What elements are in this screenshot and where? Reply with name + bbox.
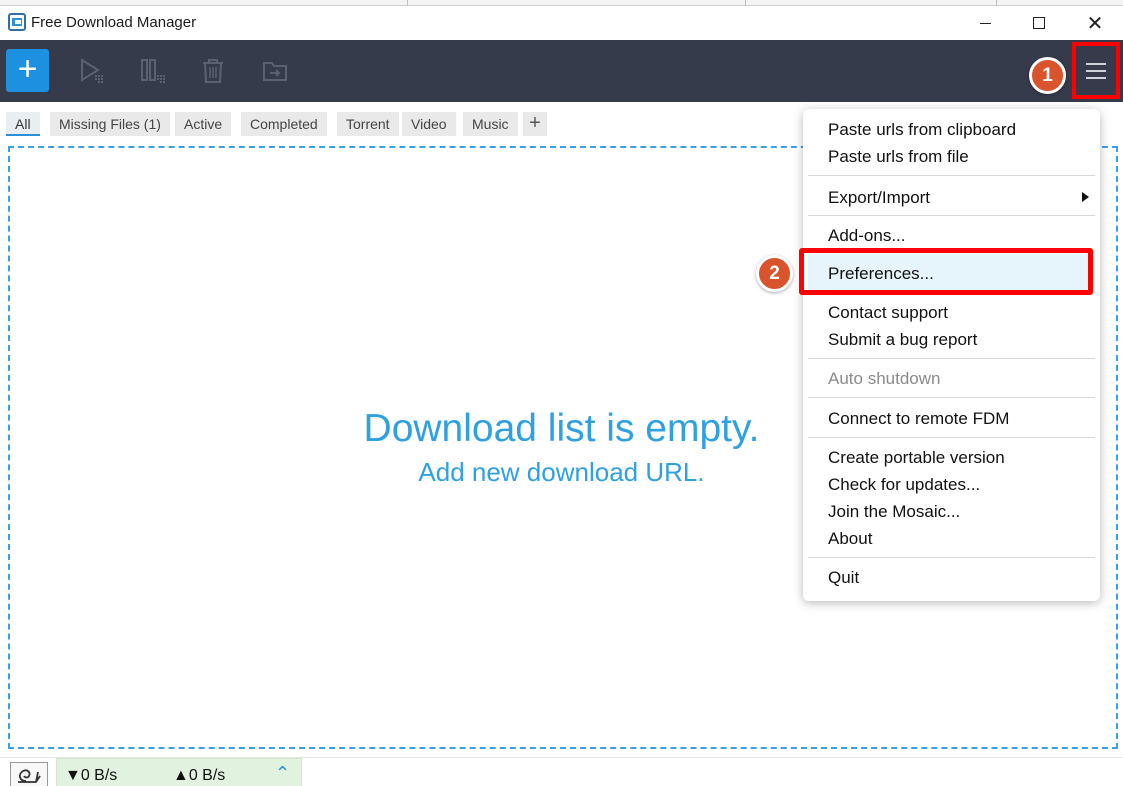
tab-torrent[interactable]: Torrent bbox=[337, 112, 399, 136]
hamburger-menu-icon bbox=[1086, 62, 1106, 65]
window-title: Free Download Manager bbox=[31, 14, 197, 31]
submenu-arrow-icon bbox=[1082, 192, 1089, 202]
add-tab-button[interactable]: + bbox=[523, 112, 547, 136]
main-menu-dropdown: Paste urls from clipboard Paste urls fro… bbox=[803, 109, 1100, 601]
hamburger-menu-icon bbox=[1086, 76, 1106, 79]
toolbar: + bbox=[0, 40, 1123, 102]
snail-mode-button[interactable] bbox=[10, 762, 48, 786]
download-speed: ▼0 B/s bbox=[65, 767, 118, 784]
menu-separator bbox=[808, 397, 1095, 398]
step-2-badge: 2 bbox=[756, 255, 793, 292]
hamburger-menu-icon bbox=[1086, 69, 1106, 72]
tab-all[interactable]: All bbox=[6, 112, 40, 136]
trash-icon[interactable] bbox=[200, 58, 226, 84]
menu-item-bug-report[interactable]: Submit a bug report bbox=[828, 330, 977, 350]
menu-item-quit[interactable]: Quit bbox=[828, 568, 859, 588]
menu-item-join-mosaic[interactable]: Join the Mosaic... bbox=[828, 502, 960, 522]
minimize-button[interactable] bbox=[957, 6, 1013, 40]
tab-completed[interactable]: Completed bbox=[241, 112, 327, 136]
menu-item-portable-version[interactable]: Create portable version bbox=[828, 448, 1005, 468]
menu-separator bbox=[808, 557, 1095, 558]
menu-item-paste-file[interactable]: Paste urls from file bbox=[828, 147, 969, 167]
tab-active[interactable]: Active bbox=[175, 112, 232, 136]
add-download-button[interactable]: + bbox=[6, 49, 49, 92]
menu-item-paste-clipboard[interactable]: Paste urls from clipboard bbox=[828, 120, 1016, 140]
menu-item-export-import[interactable]: Export/Import bbox=[828, 188, 930, 208]
menu-separator bbox=[808, 437, 1095, 438]
app-logo-icon bbox=[8, 13, 26, 31]
close-button[interactable]: ✕ bbox=[1067, 6, 1123, 40]
main-menu-button[interactable] bbox=[1072, 42, 1120, 99]
tab-missing-files[interactable]: Missing Files (1) bbox=[50, 112, 170, 136]
chevron-up-icon[interactable]: ⌃ bbox=[275, 763, 290, 784]
menu-item-auto-shutdown: Auto shutdown bbox=[828, 369, 941, 388]
menu-separator bbox=[808, 215, 1095, 216]
menu-item-about[interactable]: About bbox=[828, 529, 872, 549]
close-icon: ✕ bbox=[1086, 12, 1104, 35]
menu-item-check-updates[interactable]: Check for updates... bbox=[828, 475, 980, 495]
tab-music[interactable]: Music bbox=[463, 112, 518, 136]
menu-item-contact-support[interactable]: Contact support bbox=[828, 303, 948, 323]
menu-separator bbox=[808, 175, 1095, 176]
menu-separator bbox=[808, 358, 1095, 359]
pause-icon[interactable] bbox=[140, 58, 166, 84]
upload-speed: ▲0 B/s bbox=[173, 767, 226, 784]
snail-icon bbox=[18, 768, 41, 783]
title-bar: Free Download Manager ✕ bbox=[0, 6, 1123, 40]
menu-item-remote-fdm[interactable]: Connect to remote FDM bbox=[828, 409, 1009, 429]
play-icon[interactable] bbox=[79, 58, 105, 84]
minimize-icon bbox=[979, 22, 991, 24]
menu-item-add-ons[interactable]: Add-ons... bbox=[828, 226, 906, 246]
move-folder-icon[interactable] bbox=[262, 58, 288, 84]
speed-panel: ▼0 B/s ▲0 B/s ⌃ bbox=[56, 758, 302, 786]
step-1-badge: 1 bbox=[1029, 57, 1066, 94]
maximize-button[interactable] bbox=[1011, 6, 1067, 40]
status-bar: ▼0 B/s ▲0 B/s ⌃ bbox=[0, 757, 1123, 786]
preferences-highlight-box bbox=[799, 248, 1093, 295]
tab-video[interactable]: Video bbox=[402, 112, 456, 136]
maximize-icon bbox=[1033, 17, 1045, 29]
